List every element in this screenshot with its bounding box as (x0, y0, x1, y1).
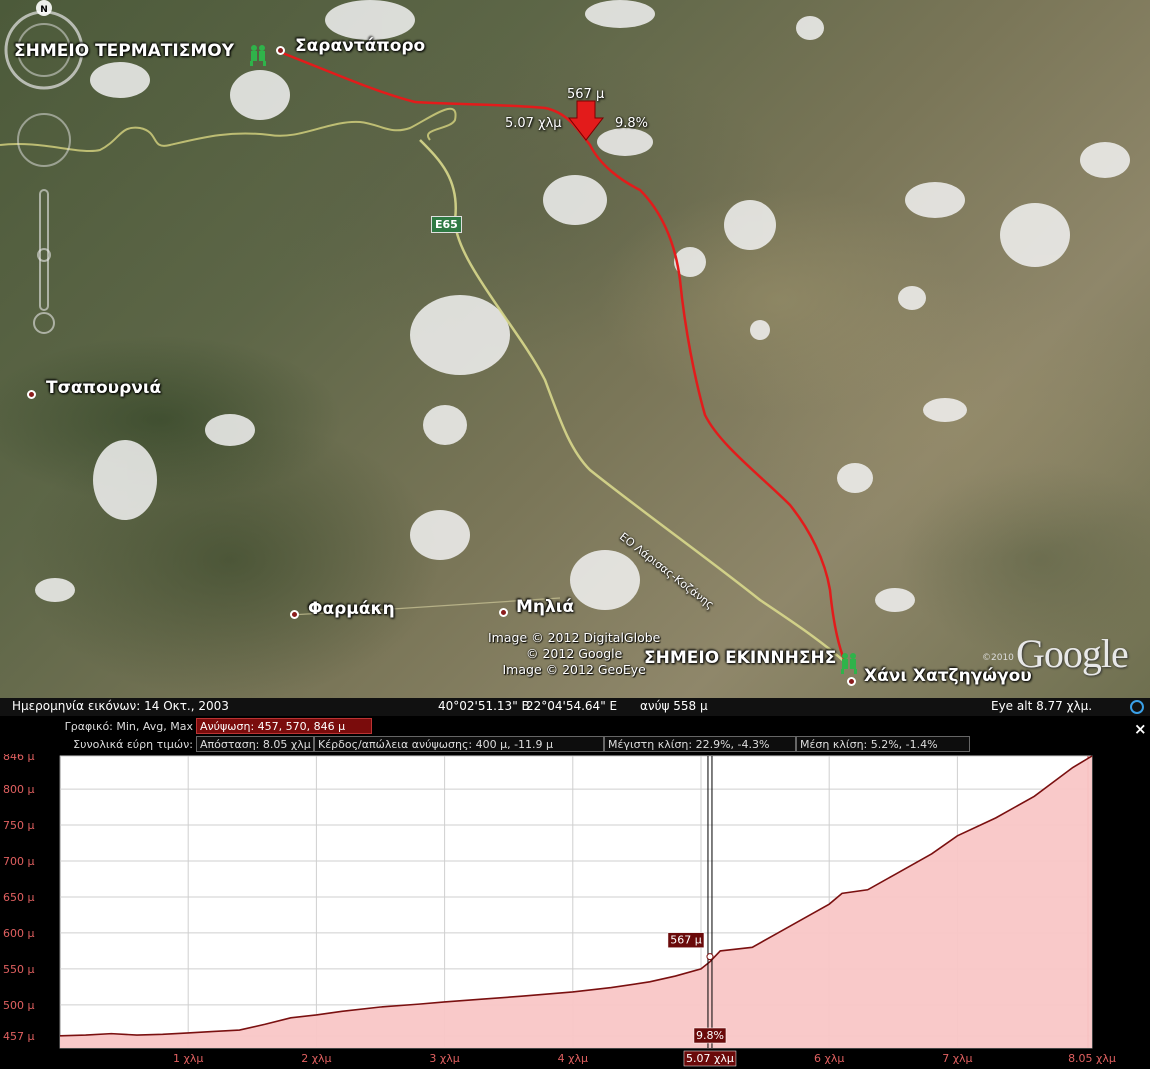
sarantaporo-label: Σαραντάπορο (295, 36, 426, 56)
graph-row-label: Γραφικό: Min, Avg, Max (64, 720, 193, 733)
tsapournia-label: Τσαπουρνιά (46, 378, 162, 398)
x-tick-label: 1 χλμ (173, 1052, 203, 1065)
y-tick-label: 457 μ (3, 1030, 35, 1043)
look-joystick-icon[interactable] (17, 113, 71, 167)
google-logo: Google (1016, 631, 1129, 676)
y-tick-label: 600 μ (3, 927, 35, 940)
position-arrow-icon (567, 100, 605, 141)
map-overlay (0, 0, 1130, 663)
totals-row-label: Συνολικά εύρη τιμών: (73, 738, 193, 751)
cursor-distance-label: 5.07 χλμ (686, 1052, 734, 1065)
x-end-label: 8.05 χλμ (1068, 1052, 1116, 1065)
avg-slope-stat[interactable]: Μέση κλίση: 5.2%, -1.4% (796, 736, 970, 752)
distance-stat[interactable]: Απόσταση: 8.05 χλμ (196, 736, 314, 752)
satellite-map[interactable]: N E65 ΕΟ Λάρισας-Κοζάνης ΣΗΜΕΙΟ ΤΕΡΜΑΤΙΣ… (0, 0, 1150, 698)
y-tick-label: 700 μ (3, 855, 35, 868)
x-tick-label: 7 χλμ (942, 1052, 972, 1065)
google-year: ©2010 (982, 653, 1014, 663)
road-shield-e65: E65 (431, 216, 462, 233)
credit-line: © 2012 Google (526, 646, 623, 661)
longitude-readout: 22°04'54.64" Ε (526, 699, 618, 713)
max-slope-stat[interactable]: Μέγιστη κλίση: 22.9%, -4.3% (604, 736, 796, 752)
x-tick-label: 6 χλμ (814, 1052, 844, 1065)
hiker-icon (250, 45, 266, 66)
elevation-profile-panel: Γραφικό: Min, Avg, Max Ανύψωση: 457, 570… (0, 716, 1150, 1069)
start-point-label: ΣΗΜΕΙΟ ΕΚΙΝΝΗΣΗΣ (644, 648, 837, 668)
credit-line: Image © 2012 DigitalGlobe (488, 630, 661, 645)
y-tick-label: 846 μ (3, 754, 35, 763)
zoom-slider[interactable] (33, 189, 55, 334)
credit-line: Image © 2012 GeoEye (502, 662, 646, 677)
elevation-stat[interactable]: Ανύψωση: 457, 570, 846 μ (196, 718, 372, 734)
compass-north-label: N (40, 5, 48, 15)
finish-point-label: ΣΗΜΕΙΟ ΤΕΡΜΑΤΙΣΜΟΥ (14, 41, 235, 61)
gain-loss-stat[interactable]: Κέρδος/απώλεια ανύψωσης: 400 μ, -11.9 μ (314, 736, 604, 752)
marker-slope-label: 9.8% (615, 116, 649, 131)
marker-distance-label: 5.07 χλμ (505, 116, 562, 131)
y-tick-label: 800 μ (3, 783, 35, 796)
marker-elevation-label: 567 μ (567, 87, 605, 102)
eye-alt-readout: Eye alt 8.77 χλμ. (991, 699, 1093, 713)
elevation-readout: ανύψ 558 μ (640, 699, 708, 713)
close-button[interactable]: × (1134, 720, 1147, 738)
cursor-slope-label: 9.8% (696, 1029, 724, 1042)
cursor-point (706, 953, 714, 961)
y-tick-label: 650 μ (3, 891, 35, 904)
hiker-icon (841, 653, 857, 674)
imagery-date: Ημερομηνία εικόνων: 14 Οκτ., 2003 (12, 699, 229, 713)
cursor-elevation-label: 567 μ (670, 934, 702, 947)
x-tick-label: 2 χλμ (301, 1052, 331, 1065)
imagery-credits: Image © 2012 DigitalGlobe © 2012 Google … (488, 630, 660, 678)
tsapournia-pin[interactable] (27, 390, 36, 399)
hani-pin[interactable] (847, 677, 856, 686)
gps-track[interactable] (279, 50, 847, 663)
y-tick-label: 750 μ (3, 819, 35, 832)
milia-label: Μηλιά (516, 597, 575, 617)
elevation-chart[interactable]: 457 μ 500 μ 550 μ 600 μ 650 μ 700 μ 750 μ 800 μ… (0, 754, 1150, 1069)
x-tick-label: 4 χλμ (558, 1052, 588, 1065)
streaming-icon (1130, 700, 1144, 714)
status-bar: Ημερομηνία εικόνων: 14 Οκτ., 2003 40°02'… (0, 698, 1150, 716)
y-tick-label: 550 μ (3, 963, 35, 976)
hani-label: Χάνι Χατζηγώγου (864, 666, 1032, 686)
y-tick-label: 500 μ (3, 999, 35, 1012)
milia-pin[interactable] (499, 608, 508, 617)
sarantaporo-pin[interactable] (276, 46, 285, 55)
x-tick-label: 3 χλμ (429, 1052, 459, 1065)
farmaki-pin[interactable] (290, 610, 299, 619)
farmaki-label: Φαρμάκη (308, 599, 395, 619)
latitude-readout: 40°02'51.13" Β (438, 699, 530, 713)
